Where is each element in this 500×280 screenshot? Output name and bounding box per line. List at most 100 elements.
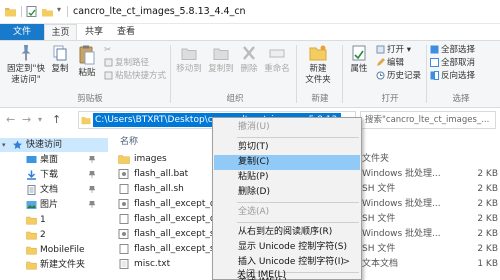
ctx-paste[interactable]: 粘贴(P) [214,170,360,185]
copy-to-icon [213,48,229,60]
documents-icon [27,185,36,195]
ctx-close-ime-label[interactable]: 关闭 IME(L) [237,267,286,280]
nav-item-folder-2[interactable]: 2 [0,228,108,242]
download-icon [27,170,36,180]
column-header-name[interactable]: 名称 [120,134,138,147]
folder-icon [26,231,37,240]
invert-selection-button[interactable]: 反向选择 [430,70,475,82]
delete-label: 删除 [240,64,258,74]
nav-item-new-folder[interactable]: 新建文件夹 [0,258,108,272]
context-menu: 撤消(U) 剪切(T) 复制(C) 粘贴(P) 删除(D) 全选(A) 从右到左… [212,117,362,280]
divider [342,45,343,103]
divider [296,45,297,103]
properties-icon[interactable] [25,5,38,18]
file-type: SH 文件 [362,214,396,224]
pin-icon [89,201,95,208]
nav-item-label: 下载 [40,170,59,180]
ctx-select-all[interactable]: 全选(A) [214,205,360,220]
properties-button[interactable]: 属性 [346,44,372,75]
chevron-down-icon[interactable]: ▾ [2,138,6,152]
search-input[interactable]: 搜索"cancro_lte_ct_images_... [360,111,496,129]
bat-file-icon [118,169,129,179]
select-none-icon [430,58,439,67]
tab-share[interactable]: 共享 [80,24,108,40]
nav-item-label: 新建文件夹 [40,260,86,270]
file-size: 2 KB [477,229,498,239]
new-folder-button[interactable]: 新建 文件夹 [300,44,336,86]
file-type: Windows 批处理... [362,229,441,239]
nav-item-quick-access[interactable]: ▾ 快速访问 [0,138,108,152]
tab-file[interactable]: 文件 [0,24,44,40]
move-to-label: 移动到 [176,64,202,74]
ctx-close-ime[interactable]: 关闭 IME(L) [214,275,360,280]
pin-icon [21,45,31,61]
ctx-rtl-reading-order[interactable]: 从右到左的阅读顺序(R) [214,225,360,240]
ctx-show-unicode[interactable]: 显示 Unicode 控制字符(S) [214,240,360,255]
paste-shortcut-button[interactable]: 粘贴快捷方式 [104,70,166,82]
ctx-insert-unicode-label: 插入 Unicode 控制字符(I) [238,257,344,267]
file-name: flash_all_except_data_s [134,214,222,224]
select-all-label: 全部选择 [441,45,476,55]
submenu-arrow-icon: > [342,257,350,267]
file-size: 2 KB [477,214,498,224]
clipboard-group-label: 剪贴板 [77,94,103,104]
file-name: flash_all.bat [134,169,189,179]
select-all-button[interactable]: 全部选择 [430,44,475,56]
title-bar: ▾ cancro_lte_ct_images_5.8.13_4.4_cn [0,0,500,24]
move-to-button[interactable]: 移动到 [174,44,204,75]
ctx-insert-unicode[interactable]: 插入 Unicode 控制字符(I) > [214,255,360,270]
rename-label: 重命名 [264,64,290,74]
ctx-copy[interactable]: 复制(C) [214,155,360,170]
quick-access-dropdown-icon[interactable]: ▾ [57,5,61,14]
invert-selection-label: 反向选择 [441,71,476,81]
scissors-icon: ✂ [104,45,112,55]
ctx-delete[interactable]: 删除(D) [214,185,360,200]
delete-button[interactable]: 删除 [238,44,260,75]
nav-item-downloads[interactable]: 下载 [0,168,108,182]
paste-shortcut-label: 粘贴快捷方式 [115,71,167,81]
file-type: 文本文档 [362,259,399,269]
ctx-cut[interactable]: 剪切(T) [214,140,360,155]
nav-item-pictures[interactable]: 图片 [0,198,108,212]
divider [237,222,359,223]
back-button[interactable]: ← [6,113,15,126]
select-none-button[interactable]: 全部取消 [430,57,475,69]
rename-button[interactable]: 重命名 [262,44,292,75]
new-folder-icon [309,45,327,61]
nav-item-folder-1[interactable]: 1 [0,213,108,227]
nav-item-documents[interactable]: 文档 [0,183,108,197]
copy-button[interactable]: 复制 [48,44,72,75]
up-button[interactable]: ↑ [52,113,61,126]
navigation-pane: ▾ 快速访问 桌面 下载 文档 图片 1 2 MobileFile 新建文件夹 [0,132,108,280]
open-button[interactable]: 打开 ▾ [376,44,411,56]
copy-icon [53,45,67,61]
ctx-undo[interactable]: 撤消(U) [214,120,360,135]
tab-home[interactable]: 主页 [44,24,77,40]
new-folder-icon[interactable] [41,5,54,18]
pin-label: 固定到"快 速访问" [7,64,45,85]
copy-to-button[interactable]: 复制到 [206,44,236,75]
file-type: Windows 批处理... [362,199,441,209]
divider [170,45,171,103]
paste-button[interactable]: 粘贴 [74,44,100,79]
pictures-icon [26,201,37,209]
copy-path-button[interactable]: 复制路径 [104,57,149,69]
history-button[interactable]: 历史记录 [376,70,421,82]
file-name: images [134,154,167,164]
nav-item-mobilefile[interactable]: MobileFile [0,243,108,257]
file-size: 2 KB [477,244,498,254]
recent-locations-dropdown-icon[interactable]: ▾ [38,115,42,124]
nav-item-desktop[interactable]: 桌面 [0,153,108,167]
edit-button[interactable]: 编辑 [376,57,404,69]
forward-button[interactable]: → [22,113,31,126]
invert-selection-icon [430,71,439,80]
bat-file-icon [118,199,129,209]
divider [67,6,68,17]
pin-to-quick-access-button[interactable]: 固定到"快 速访问" [6,44,46,86]
cut-button[interactable]: ✂ [104,44,113,56]
file-type: Windows 批处理... [362,169,441,179]
open-icon [376,45,385,54]
folder-icon [118,155,130,164]
tab-view[interactable]: 查看 [112,24,140,40]
properties-icon [352,45,366,61]
